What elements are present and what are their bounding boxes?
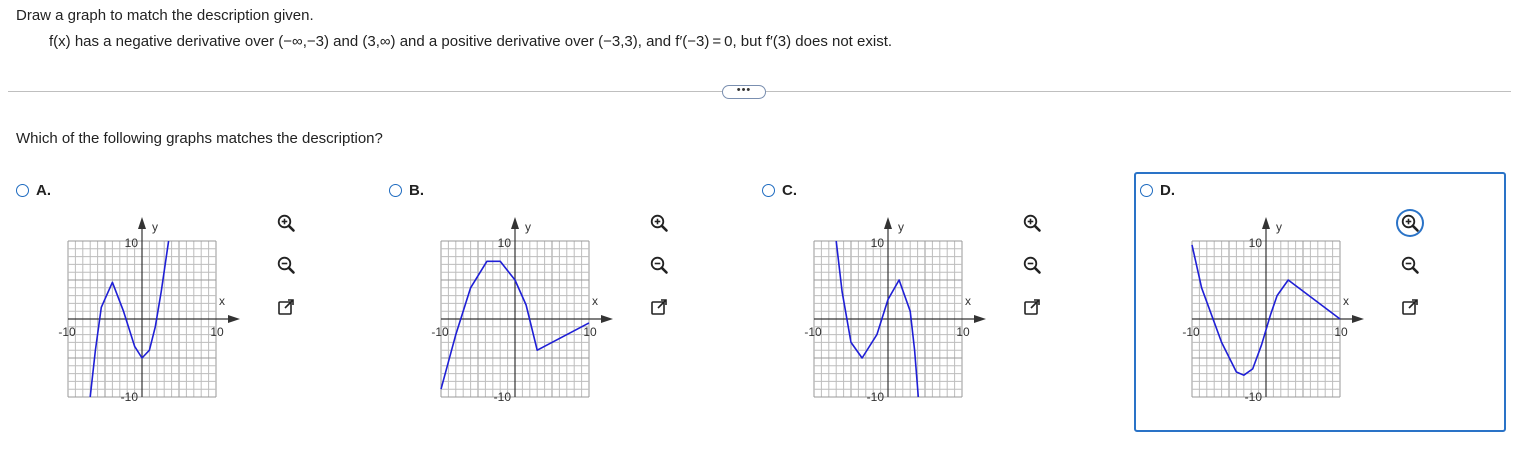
radio-button[interactable] xyxy=(1140,184,1153,197)
handle xyxy=(1411,224,1419,232)
x-axis-label: x xyxy=(965,294,971,308)
graph-plot: y x 10 -10 -10 10 xyxy=(58,217,240,404)
zoom-in-icon[interactable] xyxy=(1398,211,1422,235)
handle xyxy=(1033,224,1041,232)
option-header[interactable]: B. xyxy=(389,182,424,199)
option-graph: y x 10 -10 -10 10 xyxy=(744,205,1004,440)
y-tick-label-top: 10 xyxy=(498,236,512,250)
graph-tools xyxy=(1398,211,1422,337)
x-axis-arrow xyxy=(1352,315,1364,323)
y-axis-arrow xyxy=(884,217,892,229)
graph-tools xyxy=(647,211,671,337)
zoom-in-icon[interactable] xyxy=(1020,211,1044,235)
instruction-text: Draw a graph to match the description gi… xyxy=(16,7,314,24)
x-axis-label: x xyxy=(219,294,225,308)
option-graph: y x 10 -10 -10 10 xyxy=(0,205,258,440)
answer-option[interactable]: B. y x 10 -10 -10 10 xyxy=(383,172,755,432)
x-tick-label-right: 10 xyxy=(1334,325,1348,339)
y-tick-label-top: 10 xyxy=(1249,236,1263,250)
handle xyxy=(660,266,668,274)
y-axis-label: y xyxy=(152,220,158,234)
open-new-window-icon[interactable] xyxy=(1398,295,1422,319)
zoom-out-icon[interactable] xyxy=(274,253,298,277)
handle xyxy=(287,224,295,232)
answer-option[interactable]: C. y x 10 -10 -10 10 xyxy=(756,172,1128,432)
option-label: A. xyxy=(36,182,51,199)
x-tick-label-left: -10 xyxy=(1182,325,1200,339)
problem-statement: Draw a graph to match the description gi… xyxy=(16,6,892,50)
graph-tools xyxy=(1020,211,1044,337)
x-tick-label-right: 10 xyxy=(210,325,224,339)
x-axis-arrow xyxy=(974,315,986,323)
option-header[interactable]: C. xyxy=(762,182,797,199)
y-tick-label-bottom: -10 xyxy=(1245,390,1263,404)
radio-button[interactable] xyxy=(762,184,775,197)
x-axis-label: x xyxy=(1343,294,1349,308)
y-tick-label-bottom: -10 xyxy=(121,390,139,404)
handle xyxy=(1411,266,1419,274)
graph-plot: y x 10 -10 -10 10 xyxy=(804,217,986,404)
y-tick-label-top: 10 xyxy=(125,236,139,250)
y-axis-label: y xyxy=(898,220,904,234)
handle xyxy=(287,266,295,274)
x-tick-label-left: -10 xyxy=(431,325,449,339)
description-text: f(x) has a negative derivative over (−∞,… xyxy=(49,33,893,50)
answer-option[interactable]: A. y x 10 -10 -10 10 xyxy=(10,172,382,432)
y-axis-label: y xyxy=(1276,220,1282,234)
graph-tools xyxy=(274,211,298,337)
zoom-out-icon[interactable] xyxy=(647,253,671,277)
question-text: Which of the following graphs matches th… xyxy=(16,130,383,147)
radio-button[interactable] xyxy=(16,184,29,197)
option-header[interactable]: A. xyxy=(16,182,51,199)
zoom-out-icon[interactable] xyxy=(1398,253,1422,277)
x-tick-label-right: 10 xyxy=(583,325,597,339)
open-new-window-icon[interactable] xyxy=(1020,295,1044,319)
option-graph: y x 10 -10 -10 10 xyxy=(371,205,631,440)
x-tick-label-left: -10 xyxy=(804,325,822,339)
x-axis-arrow xyxy=(228,315,240,323)
zoom-in-icon[interactable] xyxy=(274,211,298,235)
radio-button[interactable] xyxy=(389,184,402,197)
graph-plot: y x 10 -10 -10 10 xyxy=(431,217,613,404)
y-tick-label-bottom: -10 xyxy=(867,390,885,404)
x-tick-label-right: 10 xyxy=(956,325,970,339)
y-tick-label-top: 10 xyxy=(871,236,885,250)
option-graph: y x 10 -10 -10 10 xyxy=(1122,205,1382,440)
x-axis-label: x xyxy=(592,294,598,308)
y-axis-arrow xyxy=(1262,217,1270,229)
answer-option[interactable]: D. y x 10 -10 -10 10 xyxy=(1134,172,1506,432)
zoom-out-icon[interactable] xyxy=(1020,253,1044,277)
option-label: B. xyxy=(409,182,424,199)
open-new-window-icon[interactable] xyxy=(274,295,298,319)
handle xyxy=(660,224,668,232)
handle xyxy=(1033,266,1041,274)
zoom-in-icon[interactable] xyxy=(647,211,671,235)
y-axis-arrow xyxy=(138,217,146,229)
y-tick-label-bottom: -10 xyxy=(494,390,512,404)
option-header[interactable]: D. xyxy=(1140,182,1175,199)
graph-plot: y x 10 -10 -10 10 xyxy=(1182,217,1364,404)
option-label: C. xyxy=(782,182,797,199)
open-new-window-icon[interactable] xyxy=(647,295,671,319)
more-button[interactable]: ••• xyxy=(722,85,766,99)
x-axis-arrow xyxy=(601,315,613,323)
option-label: D. xyxy=(1160,182,1175,199)
x-tick-label-left: -10 xyxy=(58,325,76,339)
y-axis-arrow xyxy=(511,217,519,229)
y-axis-label: y xyxy=(525,220,531,234)
